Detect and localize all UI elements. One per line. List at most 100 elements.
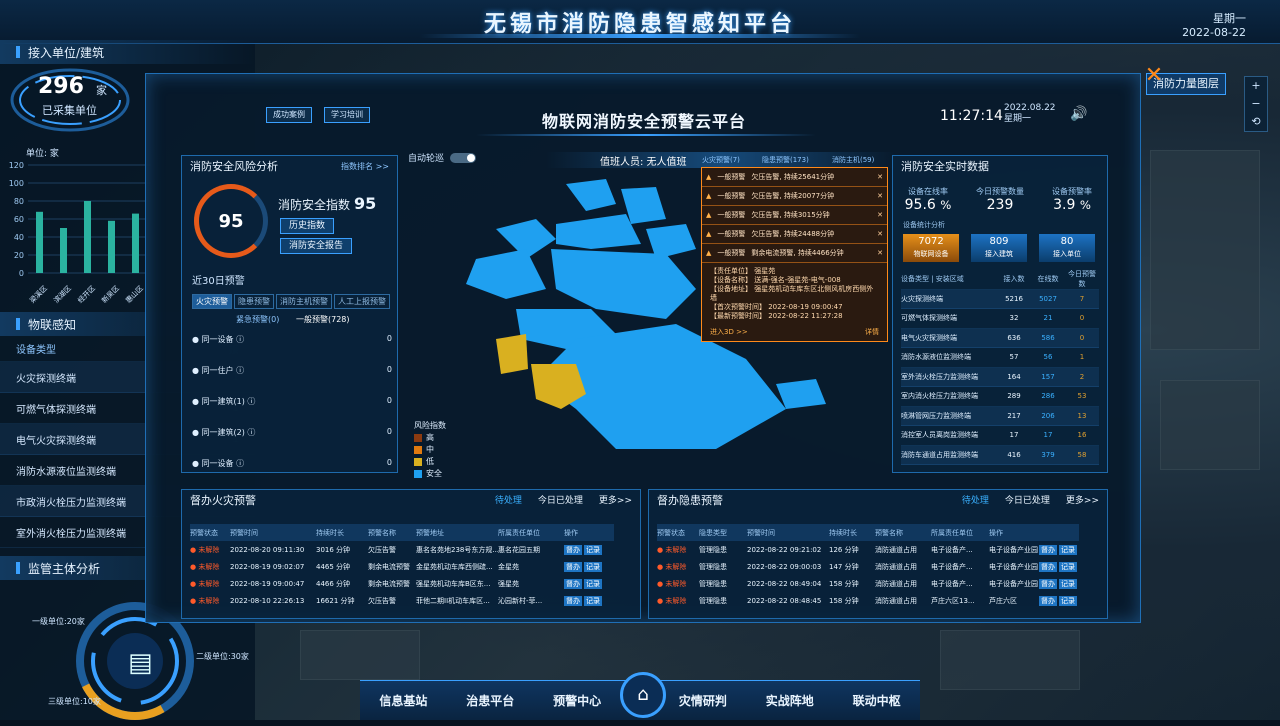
close-icon[interactable]: ✕ <box>877 192 883 200</box>
kpi-value: 3.9 <box>1053 197 1076 213</box>
supervise-button[interactable]: 督办 <box>1039 578 1057 589</box>
reset-view-button[interactable]: ⟲ <box>1245 113 1267 131</box>
y-tick: 120 <box>9 161 24 170</box>
section-title: 接入单位/建筑 <box>28 45 105 60</box>
nav-item[interactable]: 治患平台 <box>466 692 514 709</box>
table-row[interactable]: ● 未解除 2022-08-19 09:02:07 4465 分钟 剩余电流预警 金星苑… <box>190 558 614 575</box>
nav-item[interactable]: 实战阵地 <box>766 692 814 709</box>
bar <box>108 220 115 273</box>
cell: 金星苑 <box>498 562 519 571</box>
record-button[interactable]: 记录 <box>584 561 602 572</box>
units-pill[interactable]: 80 接入单位 <box>1039 234 1095 262</box>
cell: 0 <box>1079 333 1085 342</box>
nav-item[interactable]: 预警中心 <box>553 692 601 709</box>
tab-manual[interactable]: 人工上报预警 <box>334 294 390 309</box>
history-index-button[interactable]: 历史指数 <box>280 218 335 234</box>
table-row[interactable]: 消控室人员离岗监测终端 17 17 16 <box>901 426 1099 446</box>
record-button[interactable]: 记录 <box>1059 544 1077 555</box>
home-hub-icon[interactable]: ⌂ <box>620 672 666 718</box>
cell: 电子设备产业园 <box>989 579 1038 588</box>
record-button[interactable]: 记录 <box>584 578 602 589</box>
tab-fire[interactable]: 火灾预警 <box>192 294 232 309</box>
tab-pending[interactable]: 待处理 <box>962 490 989 512</box>
cell: 2022-08-22 08:48:45 <box>747 596 822 605</box>
building-icon: ▤ <box>128 648 153 678</box>
buildings-pill[interactable]: 809 接入建筑 <box>971 234 1027 262</box>
close-icon[interactable]: ✕ <box>877 173 883 181</box>
tab-done[interactable]: 今日已处理 <box>1005 490 1050 512</box>
supervise-button[interactable]: 督办 <box>1039 595 1057 606</box>
enter-3d-link[interactable]: 进入3D >> <box>710 327 748 337</box>
alert-row[interactable]: ▲ 一般预警 欠压告警, 持续20077分钟 ✕ <box>702 187 887 206</box>
safety-report-button[interactable]: 消防安全报告 <box>280 238 353 254</box>
alert-row[interactable]: ▲ 一般预警 剩余电流预警, 持续4466分钟 ✕ <box>702 244 887 263</box>
record-button[interactable]: 记录 <box>1059 595 1077 606</box>
nav-item[interactable]: 灾情研判 <box>679 692 727 709</box>
alert-row[interactable]: ▲ 一般预警 欠压告警, 持续3015分钟 ✕ <box>702 206 887 225</box>
record-button[interactable]: 记录 <box>1059 578 1077 589</box>
table-row[interactable]: 消防水源液位监测终端 57 56 1 <box>901 348 1099 368</box>
panel-title: 督办火灾预警 <box>190 494 256 507</box>
title-decoration <box>420 34 860 38</box>
supervise-button[interactable]: 督办 <box>564 595 582 606</box>
devices-pill[interactable]: 7072 物联网设备 <box>903 234 959 262</box>
table-row[interactable]: ● 未解除 管理隐患 2022-08-22 09:21:02 126 分钟 消防通道占用… <box>657 541 1079 558</box>
supervise-button[interactable]: 督办 <box>564 578 582 589</box>
table-row[interactable]: 可燃气体探测终端 32 21 0 <box>901 309 1099 329</box>
more-link[interactable]: 更多>> <box>599 490 632 512</box>
tab-host[interactable]: 消防主机预警 <box>276 294 332 309</box>
table-row[interactable]: ● 未解除 管理隐患 2022-08-22 08:48:45 158 分钟 消防通道占用… <box>657 592 1079 609</box>
tab-pending[interactable]: 待处理 <box>495 490 522 512</box>
table-row[interactable]: 室内消火栓压力监测终端 289 286 53 <box>901 387 1099 407</box>
cell: 消防通道占用 <box>875 596 917 605</box>
tab-done[interactable]: 今日已处理 <box>538 490 583 512</box>
cell: 惠名花园五期 <box>498 545 540 554</box>
record-button[interactable]: 记录 <box>584 544 602 555</box>
detail-link[interactable]: 详情 <box>865 327 879 337</box>
record-button[interactable]: 记录 <box>1059 561 1077 572</box>
cell: 16 <box>1077 431 1087 440</box>
zoom-out-button[interactable]: − <box>1245 95 1267 113</box>
speaker-icon[interactable]: 🔊 <box>1070 106 1087 122</box>
table-row[interactable]: 室外消火栓压力监测终端 164 157 2 <box>901 367 1099 387</box>
bar <box>60 228 67 273</box>
table-row[interactable]: 喷淋管网压力监测终端 217 206 13 <box>901 406 1099 426</box>
risk-row[interactable]: ● 同一住户 ⓘ 0 <box>192 365 392 376</box>
nav-item[interactable]: 联动中枢 <box>853 692 901 709</box>
close-icon[interactable]: ✕ <box>877 249 883 257</box>
table-row[interactable]: 消防车通道占用监测终端 416 379 58 <box>901 445 1099 465</box>
supervise-button[interactable]: 督办 <box>564 544 582 555</box>
risk-row[interactable]: ● 同一设备 ⓘ 0 <box>192 458 392 469</box>
table-row[interactable]: ● 未解除 管理隐患 2022-08-22 08:49:04 158 分钟 消防通道占用… <box>657 575 1079 592</box>
table-row[interactable]: ● 未解除 2022-08-20 09:11:30 3016 分钟 欠压告警 惠名名苑地… <box>190 541 614 558</box>
cell: 21 <box>1043 314 1053 323</box>
supervise-button[interactable]: 督办 <box>1039 561 1057 572</box>
cell: 2022-08-10 22:26:13 <box>230 596 305 605</box>
ranking-link[interactable]: 指数排名 >> <box>341 156 389 178</box>
normal-count[interactable]: 一般预警(728) <box>296 314 350 325</box>
alert-row[interactable]: ▲ 一般预警 欠压告警, 持续25641分钟 ✕ <box>702 168 887 187</box>
more-link[interactable]: 更多>> <box>1066 490 1099 512</box>
record-button[interactable]: 记录 <box>584 595 602 606</box>
alert-row[interactable]: ▲ 一般预警 欠压告警, 持续24488分钟 ✕ <box>702 225 887 244</box>
table-row[interactable]: 火灾探测终端 5216 5027 7 <box>901 289 1099 309</box>
supervise-button[interactable]: 督办 <box>1039 544 1057 555</box>
supervise-button[interactable]: 督办 <box>564 561 582 572</box>
table-row[interactable]: ● 未解除 管理隐患 2022-08-22 09:00:03 147 分钟 消防通道占用… <box>657 558 1079 575</box>
risk-row[interactable]: ● 同一设备 ⓘ 0 <box>192 334 392 345</box>
level1-label: 一级单位:20家 <box>32 617 85 626</box>
risk-row[interactable]: ● 同一建筑(2) ⓘ 0 <box>192 427 392 438</box>
zoom-in-button[interactable]: + <box>1245 77 1267 95</box>
tab-hazard[interactable]: 隐患预警 <box>234 294 274 309</box>
table-row[interactable]: 电气火灾探测终端 636 586 0 <box>901 328 1099 348</box>
cell: 5027 <box>1039 294 1057 303</box>
nav-item[interactable]: 信息基站 <box>379 692 427 709</box>
urgent-count[interactable]: 紧急预警(0) <box>236 314 279 325</box>
close-icon[interactable]: ✕ <box>877 211 883 219</box>
category-label: 惠山区 <box>124 284 145 305</box>
risk-row[interactable]: ● 同一建筑(1) ⓘ 0 <box>192 396 392 407</box>
close-icon[interactable]: ✕ <box>877 230 883 238</box>
table-row[interactable]: ● 未解除 2022-08-19 09:00:47 4466 分钟 剩余电流预警 强星苑… <box>190 575 614 592</box>
table-row[interactable]: ● 未解除 2022-08-10 22:26:13 16621 分钟 欠压告警 菲他二期… <box>190 592 614 609</box>
close-icon[interactable]: ✕ <box>1138 64 1170 88</box>
